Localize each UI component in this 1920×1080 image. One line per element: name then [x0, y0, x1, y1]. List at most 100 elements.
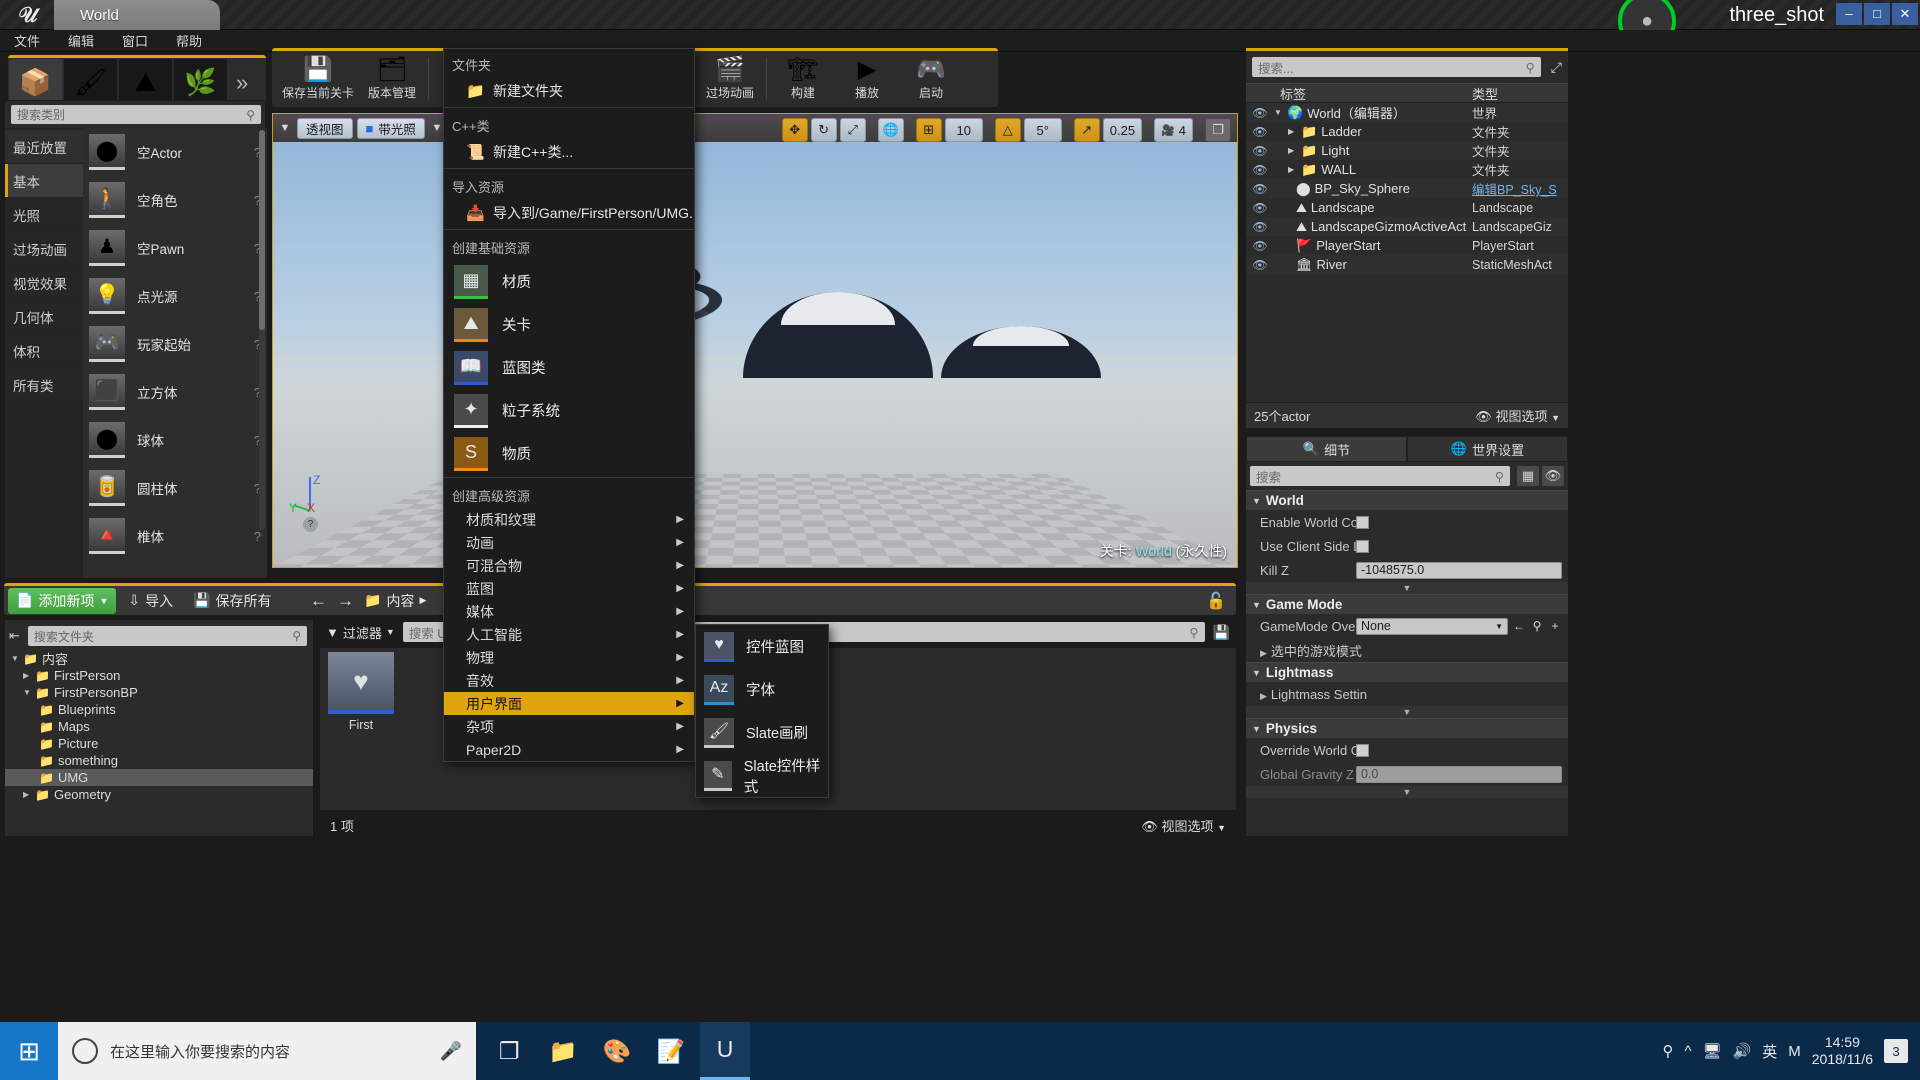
menu-item-material[interactable]: ▦ 材质: [444, 260, 694, 303]
level-viewport[interactable]: ▼ 透视图 ■ 带光照 ▼ ✥ ↻ ⤢ 🌐 ⊞ 10 △ 5° ↗ 0.25 🎥…: [272, 113, 1238, 568]
menu-item-new-cpp-class[interactable]: 📜 新建C++类...: [444, 138, 694, 166]
menu-item-misc[interactable]: 杂项 ▶: [444, 715, 694, 738]
submenu-item-font[interactable]: Az 字体: [696, 668, 828, 711]
ime-mode-icon[interactable]: M: [1788, 1043, 1801, 1060]
menu-help[interactable]: 帮助: [162, 31, 216, 50]
submenu-item-slate-brush[interactable]: 🖌 Slate画刷: [696, 711, 828, 754]
enable-world-composition-checkbox[interactable]: [1356, 515, 1369, 529]
volume-icon[interactable]: 🔊: [1733, 1042, 1752, 1060]
details-view-options-button[interactable]: 👁: [1542, 466, 1564, 486]
grid-snap-button[interactable]: ⊞: [915, 118, 942, 142]
browse-icon[interactable]: ⚲: [1530, 619, 1544, 633]
expander-icon[interactable]: ▶: [1288, 146, 1297, 155]
menu-item-import-to[interactable]: 📥 导入到/Game/FirstPerson/UMG..: [444, 199, 694, 227]
place-category-cinematic[interactable]: 过场动画: [5, 232, 83, 265]
save-level-button[interactable]: 💾 保存当前关卡: [276, 52, 360, 106]
help-icon[interactable]: ?: [303, 517, 318, 532]
build-button[interactable]: 🏗 构建: [771, 52, 835, 106]
folder-tree-item-picture[interactable]: 📁 Picture: [5, 735, 313, 752]
gamemode-override-select[interactable]: None ▼: [1356, 617, 1508, 635]
cinematics-button[interactable]: 🎬 过场动画: [698, 52, 762, 106]
folder-tree-item-blueprints[interactable]: 📁 Blueprints: [5, 701, 313, 718]
angle-snap-button[interactable]: △: [994, 118, 1021, 142]
eye-icon[interactable]: 👁: [1246, 144, 1274, 158]
maximize-button[interactable]: □: [1864, 3, 1890, 25]
people-icon[interactable]: ⚲: [1662, 1042, 1673, 1060]
outliner-row[interactable]: 👁 ⛰ LandscapeGizmoActiveAct LandscapeGiz: [1246, 217, 1568, 236]
reset-arrow-icon[interactable]: ←: [1512, 619, 1526, 633]
place-category-volumes[interactable]: 体积: [5, 334, 83, 367]
world-space-button[interactable]: 🌐: [877, 118, 904, 142]
place-asset-item[interactable]: ⬤ 球体 ?: [83, 416, 267, 464]
filter-button[interactable]: ▼ 过滤器 ▼: [326, 623, 395, 642]
tab-details[interactable]: 🔍 细节: [1246, 436, 1407, 462]
help-icon[interactable]: ?: [254, 529, 261, 544]
eye-icon[interactable]: 👁: [1246, 182, 1274, 196]
eye-icon[interactable]: 👁: [1246, 220, 1274, 234]
menu-item-substance[interactable]: S 物质: [444, 432, 694, 475]
add-new-button[interactable]: 📄 添加新项 ▼: [8, 587, 117, 614]
translate-gizmo-button[interactable]: ✥: [781, 118, 808, 142]
folder-tree-item-firstpersonbp[interactable]: ▼ 📁 FirstPersonBP: [5, 684, 313, 701]
menu-item-blueprints[interactable]: 蓝图 ▶: [444, 577, 694, 600]
folder-search-input[interactable]: 搜索文件夹 ⚲: [27, 626, 307, 646]
unreal-icon[interactable]: U: [700, 1022, 750, 1080]
outliner-row[interactable]: 👁 ▼ 🌍 World（编辑器） 世界: [1246, 103, 1568, 122]
menu-item-particle-system[interactable]: ✦ 粒子系统: [444, 389, 694, 432]
place-asset-item[interactable]: 🥫 圆柱体 ?: [83, 464, 267, 512]
section-expander[interactable]: ▼: [1246, 706, 1568, 718]
lock-icon[interactable]: 🔓: [1206, 591, 1226, 611]
place-asset-item[interactable]: ⬤ 空Actor ?: [83, 128, 267, 176]
expander-icon[interactable]: ▶: [23, 671, 31, 680]
outliner-row[interactable]: 👁 ⛰ Landscape Landscape: [1246, 198, 1568, 217]
submenu-item-slate-widget-style[interactable]: ✎ Slate控件样式: [696, 754, 828, 797]
microphone-icon[interactable]: 🎤: [440, 1041, 462, 1062]
view-options-button[interactable]: 👁 视图选项 ▼: [1141, 816, 1226, 835]
menu-item-level[interactable]: ⛰ 关卡: [444, 303, 694, 346]
section-game-mode[interactable]: ▼ Game Mode: [1246, 594, 1568, 614]
expander-icon[interactable]: ▶: [1288, 127, 1297, 136]
outliner-row[interactable]: 👁 ▶ 📁 WALL 文件夹: [1246, 160, 1568, 179]
folder-tree-item-maps[interactable]: 📁 Maps: [5, 718, 313, 735]
eye-icon[interactable]: 👁: [1246, 125, 1274, 139]
place-category-visual-effects[interactable]: 视觉效果: [5, 266, 83, 299]
details-search-input[interactable]: 搜索 ⚲: [1250, 466, 1510, 486]
add-icon[interactable]: +: [1548, 619, 1562, 633]
menu-window[interactable]: 窗口: [108, 31, 162, 50]
collapse-tree-icon[interactable]: ⇤: [9, 628, 20, 644]
maximize-viewport-button[interactable]: ❐: [1205, 118, 1231, 142]
place-asset-item[interactable]: 🎮 玩家起始 ?: [83, 320, 267, 368]
place-asset-item[interactable]: 🔺 椎体 ?: [83, 512, 267, 560]
scale-snap-value[interactable]: 0.25: [1102, 118, 1143, 142]
place-asset-item[interactable]: 💡 点光源 ?: [83, 272, 267, 320]
close-button[interactable]: ✕: [1892, 3, 1918, 25]
eye-icon[interactable]: 👁: [1246, 239, 1274, 253]
menu-item-new-folder[interactable]: 📁 新建文件夹: [444, 77, 694, 105]
outliner-search-input[interactable]: 搜索... ⚲: [1252, 57, 1541, 77]
ime-icon[interactable]: 英: [1762, 1041, 1777, 1062]
modes-overflow-button[interactable]: »: [236, 70, 248, 96]
viewport-perspective-button[interactable]: 透视图: [297, 117, 353, 139]
place-search-input[interactable]: 搜索类别 ⚲: [11, 105, 261, 124]
save-search-icon[interactable]: 💾: [1213, 624, 1230, 641]
submenu-item-widget-blueprint[interactable]: ♥ 控件蓝图: [696, 625, 828, 668]
override-world-gravity-checkbox[interactable]: [1356, 743, 1369, 757]
menu-edit[interactable]: 编辑: [54, 31, 108, 50]
place-category-geometry[interactable]: 几何体: [5, 300, 83, 333]
global-gravity-z-input[interactable]: 0.0: [1356, 765, 1562, 783]
outliner-row[interactable]: 👁 🏛 River StaticMeshAct: [1246, 255, 1568, 274]
taskbar-search-input[interactable]: 在这里输入你要搜索的内容 🎤: [58, 1022, 476, 1080]
menu-item-artificial-intelligence[interactable]: 人工智能 ▶: [444, 623, 694, 646]
angle-snap-value[interactable]: 5°: [1023, 118, 1062, 142]
scale-gizmo-button[interactable]: ⤢: [839, 118, 866, 142]
grid-snap-value[interactable]: 10: [944, 118, 983, 142]
use-client-side-levels-checkbox[interactable]: [1356, 539, 1369, 553]
outliner-row[interactable]: 👁 ▶ 📁 Light 文件夹: [1246, 141, 1568, 160]
chevron-up-icon[interactable]: ^: [1684, 1043, 1691, 1060]
tab-world-settings[interactable]: 🌐 世界设置: [1407, 436, 1568, 462]
folder-tree-item-firstperson[interactable]: ▶ 📁 FirstPerson: [5, 667, 313, 684]
place-asset-item[interactable]: ⬛ 立方体 ?: [83, 368, 267, 416]
clock[interactable]: 14:59 2018/11/6: [1812, 1034, 1873, 1068]
launch-button[interactable]: 🎮 启动: [899, 52, 963, 106]
project-tab[interactable]: World: [54, 0, 220, 30]
